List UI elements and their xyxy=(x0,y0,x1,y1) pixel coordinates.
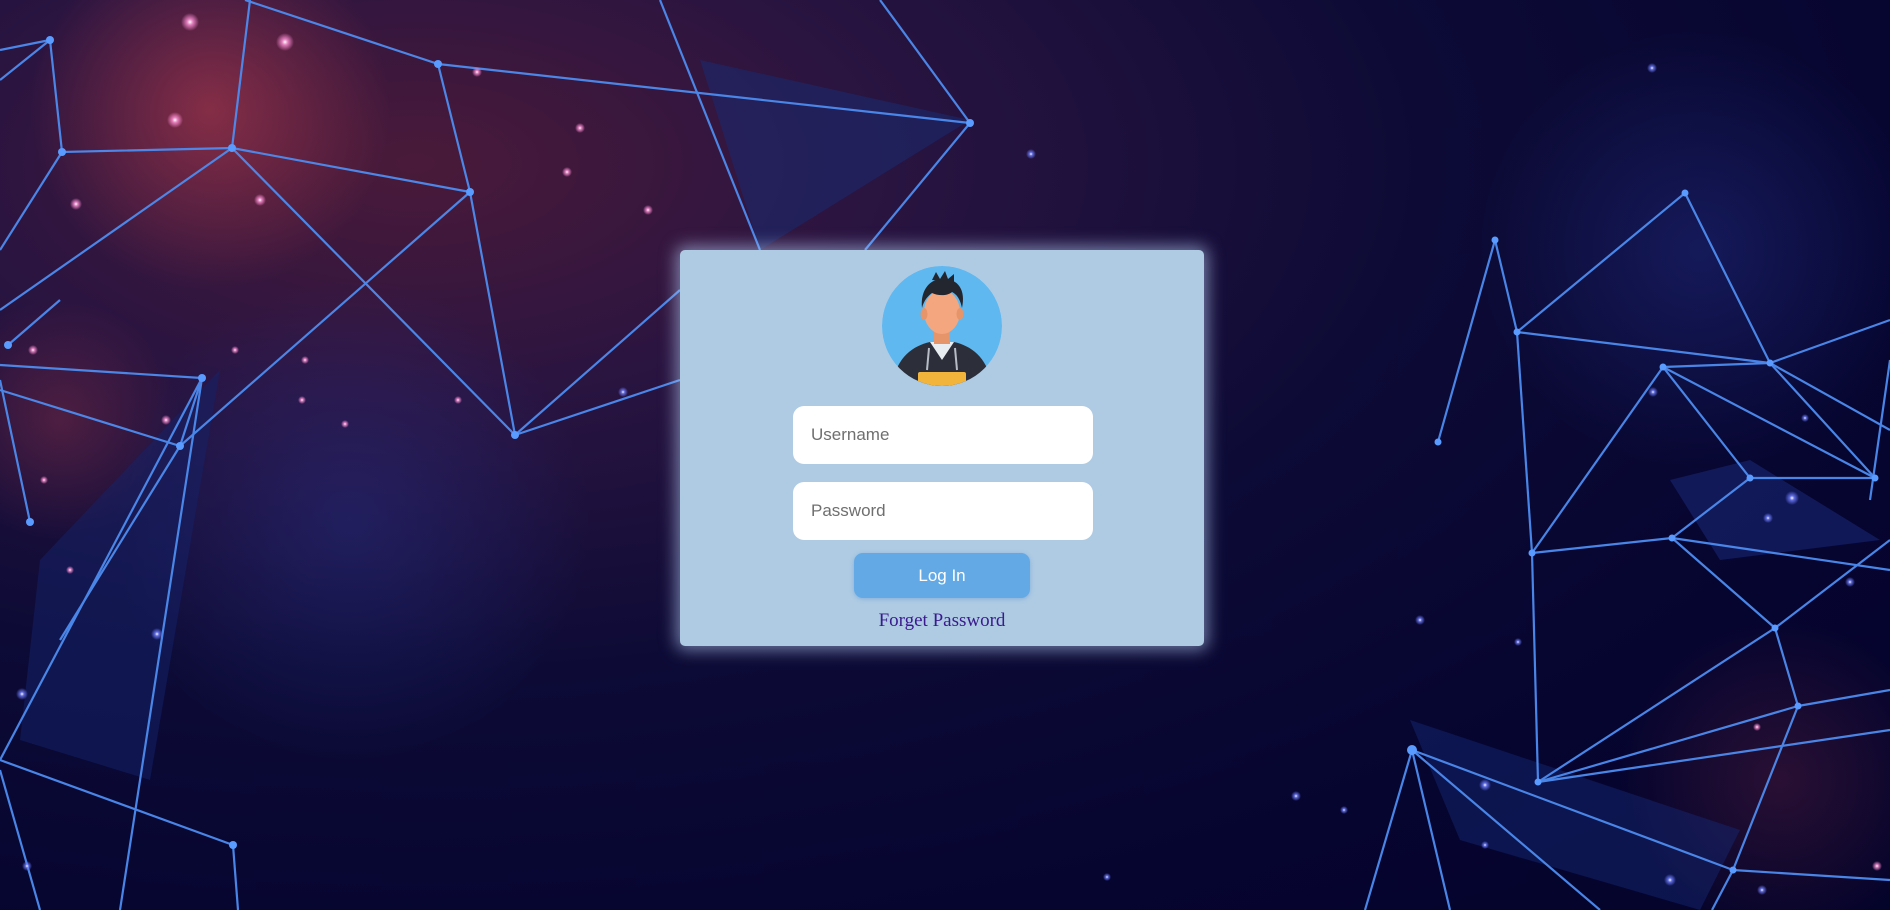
user-avatar-icon xyxy=(882,266,1002,386)
login-button[interactable]: Log In xyxy=(854,553,1030,598)
password-input[interactable] xyxy=(793,482,1093,540)
login-card: Log In Forget Password xyxy=(680,250,1204,646)
forget-password-link[interactable]: Forget Password xyxy=(680,610,1204,632)
username-input[interactable] xyxy=(793,406,1093,464)
